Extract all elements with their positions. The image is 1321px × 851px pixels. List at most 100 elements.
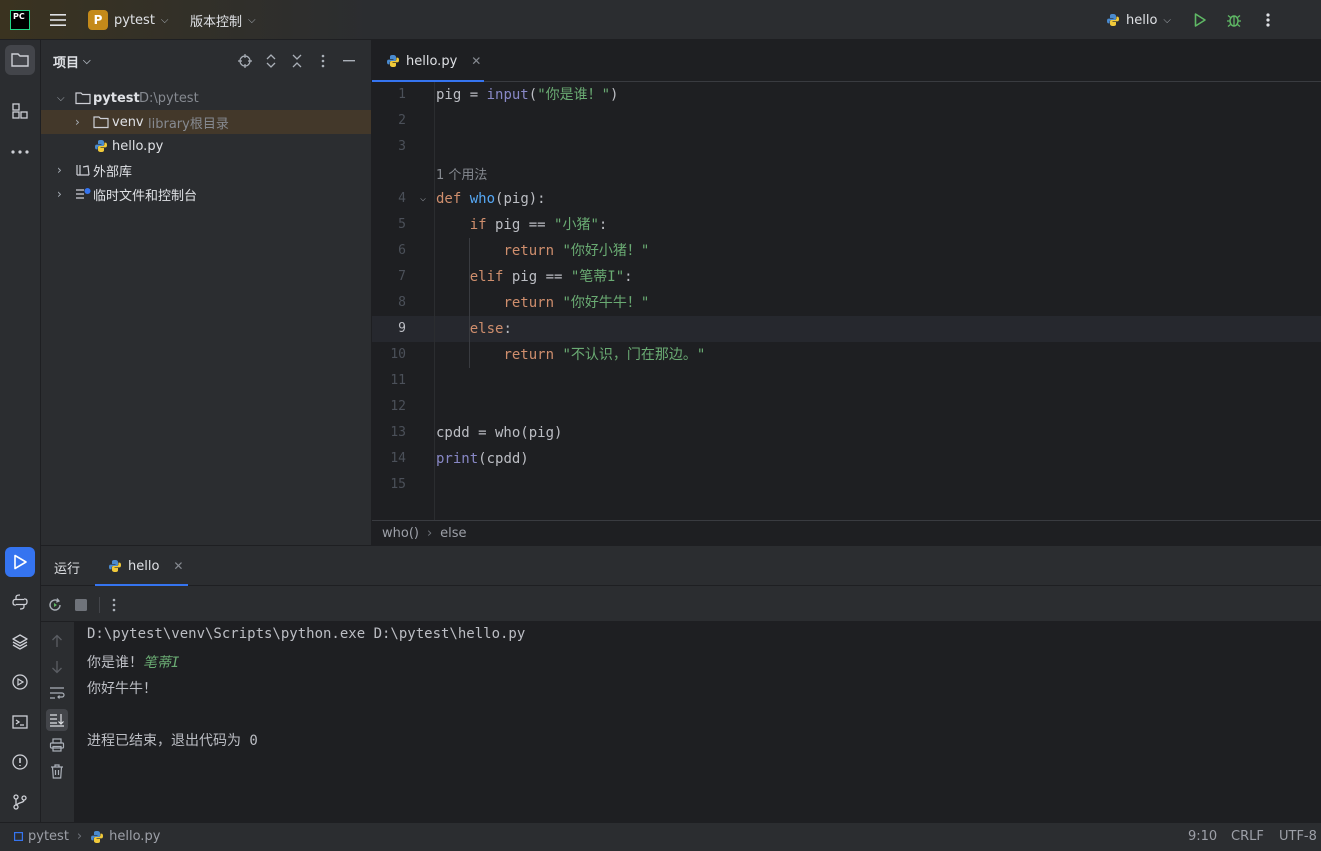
stop-button[interactable] (72, 596, 90, 614)
console-line-output: 你好牛牛！ (87, 681, 157, 697)
close-tab-icon[interactable]: ✕ (173, 559, 183, 573)
python-console-icon (12, 594, 28, 610)
breadcrumb-item[interactable]: else (440, 526, 466, 541)
chevron-right-icon: › (57, 187, 62, 201)
code-token: return (503, 295, 555, 311)
fold-chevron-icon[interactable]: ⌵ (420, 186, 426, 212)
run-tool-button[interactable] (5, 547, 35, 577)
panel-options-button[interactable] (315, 53, 331, 69)
expand-all-button[interactable] (263, 53, 279, 69)
tree-item-pytest[interactable]: ⌵ pytest D:\pytest (41, 86, 371, 110)
console-toolbar (41, 587, 1321, 622)
tree-item-label: pytest (93, 90, 140, 106)
code-token: : (503, 321, 512, 337)
git-button[interactable] (5, 787, 35, 817)
services-icon (12, 674, 28, 690)
status-file[interactable]: hello.py (109, 829, 160, 844)
services-button[interactable] (5, 667, 35, 697)
vcs-menu[interactable]: 版本控制 ⌵ (190, 0, 256, 40)
chevron-down-icon: ⌵ (248, 14, 256, 26)
line-number: 15 (390, 477, 406, 492)
tree-item-venv[interactable]: › venv library根目录 (41, 110, 371, 134)
more-tools-button[interactable] (5, 137, 35, 167)
code-line-2[interactable]: 2 (372, 108, 1321, 134)
code-token: : (598, 217, 608, 233)
code-token: "你是谁！" (537, 87, 611, 103)
locate-file-button[interactable] (237, 53, 253, 69)
tree-item-scratches[interactable]: › 临时文件和控制台 (41, 182, 371, 206)
console-options-button[interactable] (105, 596, 123, 614)
code-line-3[interactable]: 3 (372, 134, 1321, 160)
app-logo[interactable]: PC (10, 0, 30, 40)
code-line-4[interactable]: 4 ⌵ def who(pig): (372, 186, 1321, 212)
more-actions-button[interactable] (1256, 8, 1280, 32)
code-line-13[interactable]: 13 cpdd = who(pig) (372, 420, 1321, 446)
crosshair-icon (238, 54, 252, 68)
editor-tab-hello-py[interactable]: hello.py ✕ (372, 40, 484, 82)
main-menu-button[interactable] (48, 0, 68, 40)
code-token: ) (610, 87, 619, 103)
run-tab-hello[interactable]: hello ✕ (95, 546, 188, 586)
line-number: 1 (398, 87, 406, 102)
line-number: 14 (390, 451, 406, 466)
stop-icon (75, 599, 87, 611)
code-line-7[interactable]: 7 elif pig == "笔蒂I": (372, 264, 1321, 290)
status-project[interactable]: pytest (28, 829, 69, 844)
code-token: print (436, 451, 479, 467)
collapse-all-button[interactable] (289, 53, 305, 69)
code-line-9[interactable]: 9 else: (372, 316, 1321, 342)
soft-wrap-button[interactable] (48, 684, 66, 702)
code-token: (cpdd) (478, 451, 529, 467)
tree-item-hello-py[interactable]: hello.py (41, 134, 371, 158)
code-line-10[interactable]: 10 return "不认识，门在那边。" (372, 342, 1321, 368)
run-button[interactable] (1188, 8, 1212, 32)
line-ending[interactable]: CRLF (1231, 829, 1264, 844)
code-line-1[interactable]: 1 pig = input("你是谁！") (372, 82, 1321, 108)
left-tool-strip (0, 40, 41, 822)
project-panel-title[interactable]: 项目 ⌵ (53, 52, 91, 71)
file-encoding[interactable]: UTF-8 (1279, 829, 1317, 844)
editor-tab-label: hello.py (406, 53, 458, 69)
folder-icon (93, 116, 109, 129)
code-line-14[interactable]: 14 print(cpdd) (372, 446, 1321, 472)
arrow-up-icon (52, 634, 62, 647)
code-line-11[interactable]: 11 (372, 368, 1321, 394)
cursor-position[interactable]: 9:10 (1188, 829, 1217, 844)
code-token: "你好牛牛！" (562, 295, 650, 311)
clear-all-button[interactable] (48, 762, 66, 780)
python-file-icon (91, 830, 104, 843)
code-line-12[interactable]: 12 (372, 394, 1321, 420)
tree-item-external-libraries[interactable]: › 外部库 (41, 158, 371, 182)
debug-button[interactable] (1222, 8, 1246, 32)
git-branch-icon (13, 794, 27, 810)
rerun-button[interactable] (46, 596, 64, 614)
line-number: 8 (398, 295, 406, 310)
usage-hint[interactable]: 1 个用法 (436, 164, 487, 183)
code-token: pig == (486, 217, 555, 233)
breadcrumb-item[interactable]: who() (382, 526, 419, 541)
terminal-button[interactable] (5, 707, 35, 737)
run-config-selector[interactable]: hello ⌵ (1106, 0, 1171, 40)
problems-button[interactable] (5, 747, 35, 777)
code-line-8[interactable]: 8 return "你好牛牛！" (372, 290, 1321, 316)
code-line-5[interactable]: 5 if pig == "小猪": (372, 212, 1321, 238)
chevron-right-icon: › (57, 163, 62, 177)
project-tool-button[interactable] (5, 45, 35, 75)
scroll-up-button[interactable] (48, 632, 66, 650)
scroll-to-end-button[interactable] (46, 709, 68, 731)
python-packages-button[interactable] (5, 627, 35, 657)
python-console-button[interactable] (5, 587, 35, 617)
console-output[interactable]: D:\pytest\venv\Scripts\python.exe D:\pyt… (74, 622, 1321, 823)
rerun-icon (49, 598, 61, 611)
code-line-6[interactable]: 6 return "你好小猪！" (372, 238, 1321, 264)
scratches-icon (76, 188, 91, 199)
print-button[interactable] (48, 736, 66, 754)
structure-tool-button[interactable] (5, 96, 35, 126)
project-selector[interactable]: P pytest ⌵ (88, 0, 169, 40)
hide-panel-button[interactable] (341, 53, 357, 69)
chevron-down-icon: ⌵ (160, 14, 169, 26)
code-line-15[interactable]: 15 (372, 472, 1321, 498)
close-tab-icon[interactable]: ✕ (471, 54, 481, 68)
run-play-icon (14, 554, 27, 570)
scroll-down-button[interactable] (48, 658, 66, 676)
